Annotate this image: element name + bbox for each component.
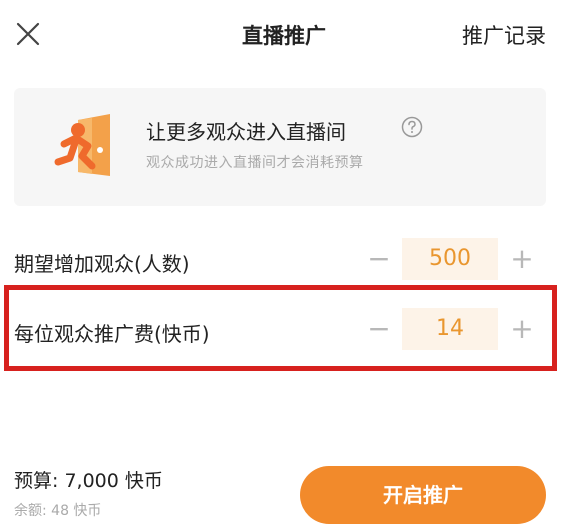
expected-viewers-input[interactable]: 500	[402, 238, 498, 280]
footer: 预算: 7,000 快币 余额: 48 快币 开启推广	[0, 448, 568, 531]
balance-label: 余额: 48 快币	[14, 503, 102, 519]
close-icon[interactable]	[12, 18, 44, 50]
increase-viewers-button[interactable]: +	[507, 244, 537, 274]
promotion-records-link[interactable]: 推广记录	[462, 20, 546, 50]
budget-label: 预算: 7,000 快币	[14, 470, 163, 492]
running-person-door-icon	[48, 110, 120, 182]
promo-card: 让更多观众进入直播间 观众成功进入直播间才会消耗预算	[14, 88, 546, 206]
header: 直播推广 推广记录	[0, 0, 568, 72]
start-promotion-button[interactable]: 开启推广	[300, 466, 546, 524]
promo-subtitle: 观众成功进入直播间才会消耗预算	[146, 155, 364, 171]
help-icon[interactable]	[401, 116, 423, 138]
decrease-viewers-button[interactable]: −	[364, 244, 394, 274]
promo-title: 让更多观众进入直播间	[146, 120, 346, 144]
expected-viewers-row: 期望增加观众(人数) − 500 +	[0, 230, 568, 290]
expected-viewers-label: 期望增加观众(人数)	[14, 252, 190, 276]
highlight-annotation-box	[4, 285, 557, 371]
